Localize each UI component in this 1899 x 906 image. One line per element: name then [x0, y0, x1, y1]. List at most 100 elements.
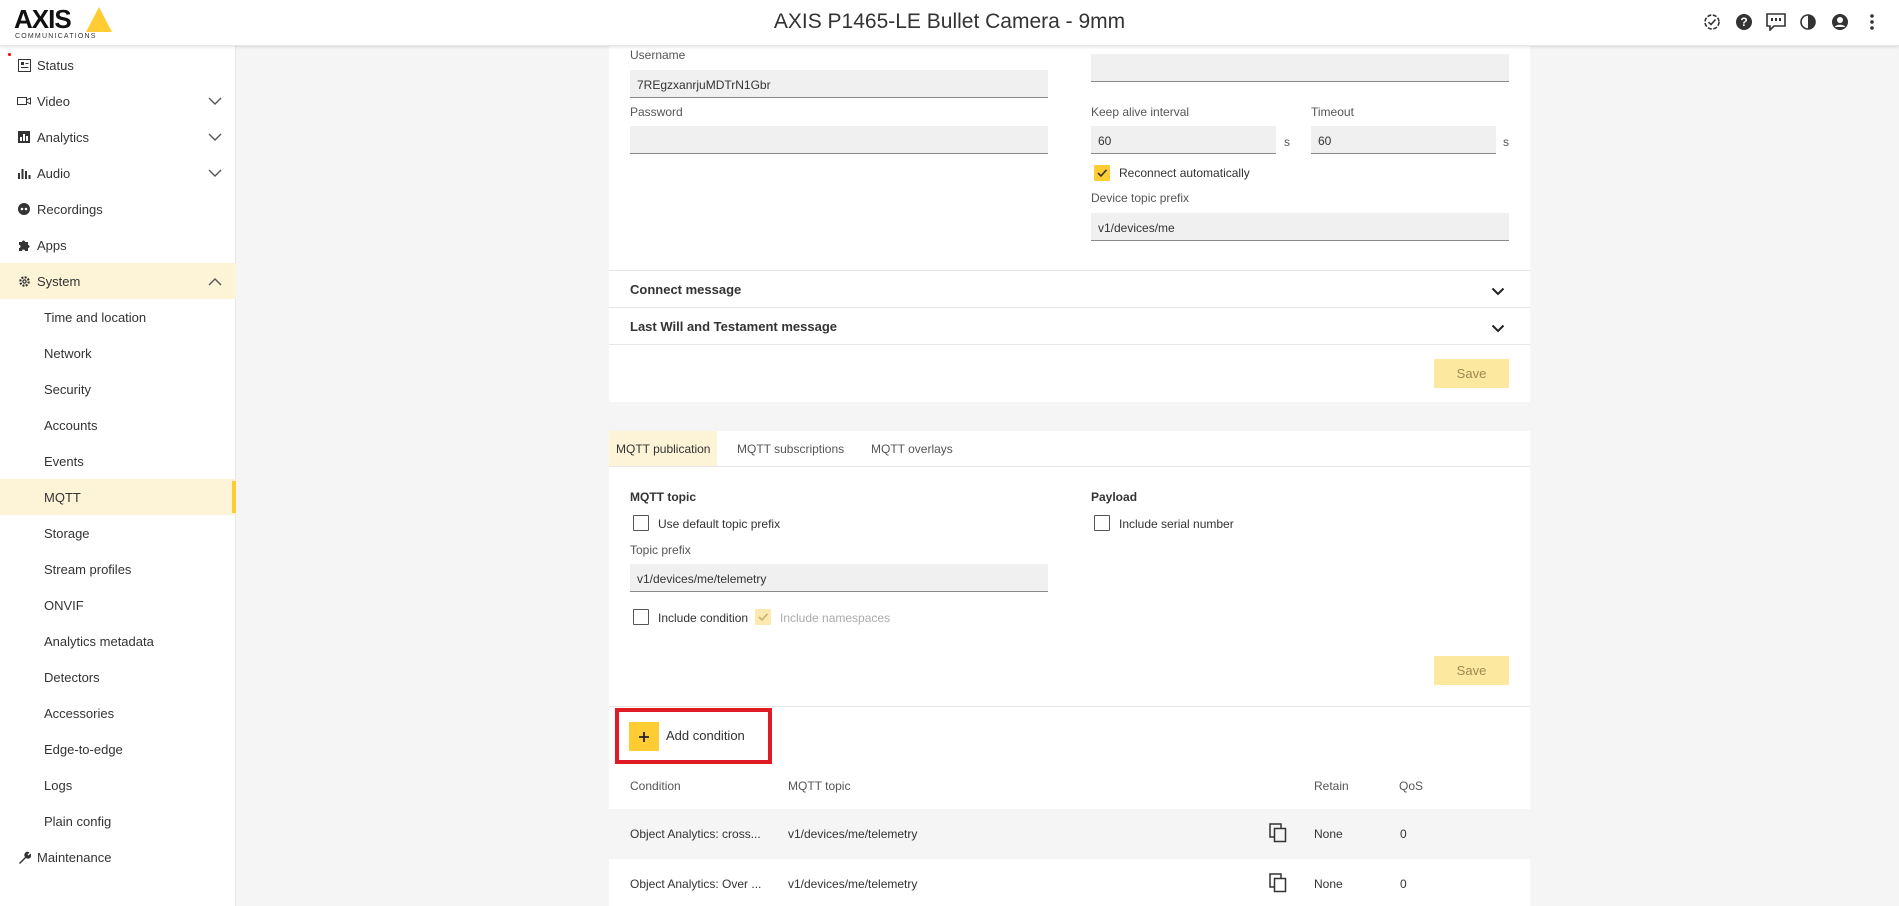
chevron-down-icon[interactable]: [208, 166, 222, 181]
keepalive-unit: s: [1284, 135, 1290, 149]
sidebar-sub-plain-config[interactable]: Plain config: [0, 803, 236, 839]
reconnect-checkbox[interactable]: [1094, 165, 1110, 181]
copy-icon[interactable]: [1269, 823, 1287, 846]
chevron-down-icon[interactable]: [208, 94, 222, 109]
chevron-down-icon[interactable]: [1491, 321, 1505, 336]
sidebar-item-label: System: [37, 273, 81, 289]
payload-title: Payload: [1091, 490, 1138, 504]
chevron-up-icon[interactable]: [208, 274, 222, 289]
user-icon[interactable]: [1829, 11, 1851, 33]
sidebar-item-label: Recordings: [37, 201, 103, 217]
highlight-box: [615, 708, 772, 764]
tab-mqtt-subscriptions[interactable]: MQTT subscriptions: [730, 431, 851, 466]
sidebar-item-analytics[interactable]: Analytics: [0, 119, 236, 155]
connect-message-title[interactable]: Connect message: [630, 282, 741, 297]
sidebar-item-audio[interactable]: Audio: [0, 155, 236, 191]
logo-subtitle: COMMUNICATIONS: [15, 33, 97, 40]
sidebar-sub-storage[interactable]: Storage: [0, 515, 236, 551]
sidebar-item-maintenance[interactable]: Maintenance: [0, 839, 236, 875]
help-icon[interactable]: ?: [1733, 11, 1755, 33]
device-topic-prefix-field[interactable]: v1/devices/me: [1091, 213, 1509, 241]
client-id-field[interactable]: [1091, 54, 1509, 82]
checkmark-icon: [758, 613, 769, 622]
sidebar-item-label: Status: [37, 57, 74, 73]
username-field[interactable]: 7REgzxanrjuMDTrN1Gbr: [630, 70, 1048, 98]
sidebar-sub-events[interactable]: Events: [0, 443, 236, 479]
sidebar-item-video[interactable]: Video: [0, 83, 236, 119]
divider: [609, 270, 1530, 271]
sidebar-sub-edge-to-edge[interactable]: Edge-to-edge: [0, 731, 236, 767]
topic-prefix-field[interactable]: v1/devices/me/telemetry: [630, 564, 1048, 592]
row-condition: Object Analytics: cross...: [630, 827, 761, 841]
sidebar-item-apps[interactable]: Apps: [0, 227, 236, 263]
sidebar-sub-network[interactable]: Network: [0, 335, 236, 371]
sidebar-sub-accounts[interactable]: Accounts: [0, 407, 236, 443]
include-namespaces-checkbox[interactable]: [755, 609, 771, 625]
device-topic-prefix-label: Device topic prefix: [1091, 191, 1190, 205]
sidebar-item-label: Video: [37, 93, 71, 109]
more-icon[interactable]: [1861, 11, 1883, 33]
sidebar-item-status[interactable]: Status: [0, 47, 236, 83]
status-icon: [17, 58, 31, 72]
divider: [609, 344, 1530, 345]
row-retain: None: [1314, 827, 1343, 841]
sidebar-sub-security[interactable]: Security: [0, 371, 236, 407]
keepalive-label: Keep alive interval: [1091, 105, 1190, 119]
sidebar-item-system[interactable]: System: [0, 263, 236, 299]
checkmark-icon: [1097, 169, 1108, 178]
chevron-down-icon[interactable]: [208, 130, 222, 145]
lwt-message-title[interactable]: Last Will and Testament message: [630, 319, 837, 334]
tab-mqtt-publication[interactable]: MQTT publication: [609, 431, 718, 466]
sidebar-sub-time-and-location[interactable]: Time and location: [0, 299, 236, 335]
col-mqtt-topic: MQTT topic: [788, 779, 851, 793]
chevron-down-icon[interactable]: [1491, 284, 1505, 299]
audio-icon: [17, 166, 31, 180]
tab-divider: [609, 466, 1530, 467]
save-publication-button[interactable]: Save: [1434, 656, 1509, 685]
wrench-icon: [17, 850, 31, 864]
sidebar: Status Video Analytics Audio Recordings …: [0, 46, 236, 906]
col-condition: Condition: [630, 779, 681, 793]
timeout-label: Timeout: [1311, 105, 1354, 119]
include-serial-label: Include serial number: [1119, 517, 1234, 531]
sidebar-item-recordings[interactable]: Recordings: [0, 191, 236, 227]
top-bar: AXIS COMMUNICATIONS AXIS P1465-LE Bullet…: [0, 0, 1899, 46]
recordings-icon: [17, 202, 31, 216]
password-field[interactable]: [630, 126, 1048, 154]
keepalive-field[interactable]: 60: [1091, 126, 1276, 154]
contrast-icon[interactable]: [1797, 11, 1819, 33]
timeout-field[interactable]: 60: [1311, 126, 1496, 154]
sidebar-sub-onvif[interactable]: ONVIF: [0, 587, 236, 623]
save-button[interactable]: Save: [1434, 359, 1509, 388]
include-condition-label: Include condition: [658, 611, 749, 625]
use-default-prefix-checkbox[interactable]: [633, 515, 649, 531]
feedback-icon[interactable]: [1765, 11, 1787, 33]
tab-mqtt-overlays[interactable]: MQTT overlays: [864, 431, 960, 466]
include-serial-checkbox[interactable]: [1094, 515, 1110, 531]
page-title: AXIS P1465-LE Bullet Camera - 9mm: [773, 10, 1126, 33]
username-label: Username: [630, 48, 686, 62]
video-icon: [17, 94, 31, 108]
apps-icon: [17, 238, 31, 252]
sidebar-sub-detectors[interactable]: Detectors: [0, 659, 236, 695]
row-retain: None: [1314, 877, 1343, 891]
status-check-icon[interactable]: [1701, 11, 1723, 33]
sidebar-item-label: Maintenance: [37, 849, 112, 865]
row-topic: v1/devices/me/telemetry: [788, 877, 918, 891]
topic-prefix-label: Topic prefix: [630, 543, 691, 557]
col-retain: Retain: [1314, 779, 1349, 793]
sidebar-sub-logs[interactable]: Logs: [0, 767, 236, 803]
sidebar-sub-stream-profiles[interactable]: Stream profiles: [0, 551, 236, 587]
include-condition-checkbox[interactable]: [633, 609, 649, 625]
password-label: Password: [630, 105, 683, 119]
col-qos: QoS: [1399, 779, 1424, 793]
sidebar-sub-analytics-metadata[interactable]: Analytics metadata: [0, 623, 236, 659]
sidebar-sub-mqtt[interactable]: MQTT: [0, 479, 236, 515]
include-namespaces-label: Include namespaces: [780, 611, 891, 625]
copy-icon[interactable]: [1269, 873, 1287, 896]
divider: [609, 307, 1530, 308]
header-actions: ?: [1701, 11, 1883, 33]
sidebar-sub-accessories[interactable]: Accessories: [0, 695, 236, 731]
divider: [609, 706, 1530, 707]
row-condition: Object Analytics: Over ...: [630, 877, 762, 891]
